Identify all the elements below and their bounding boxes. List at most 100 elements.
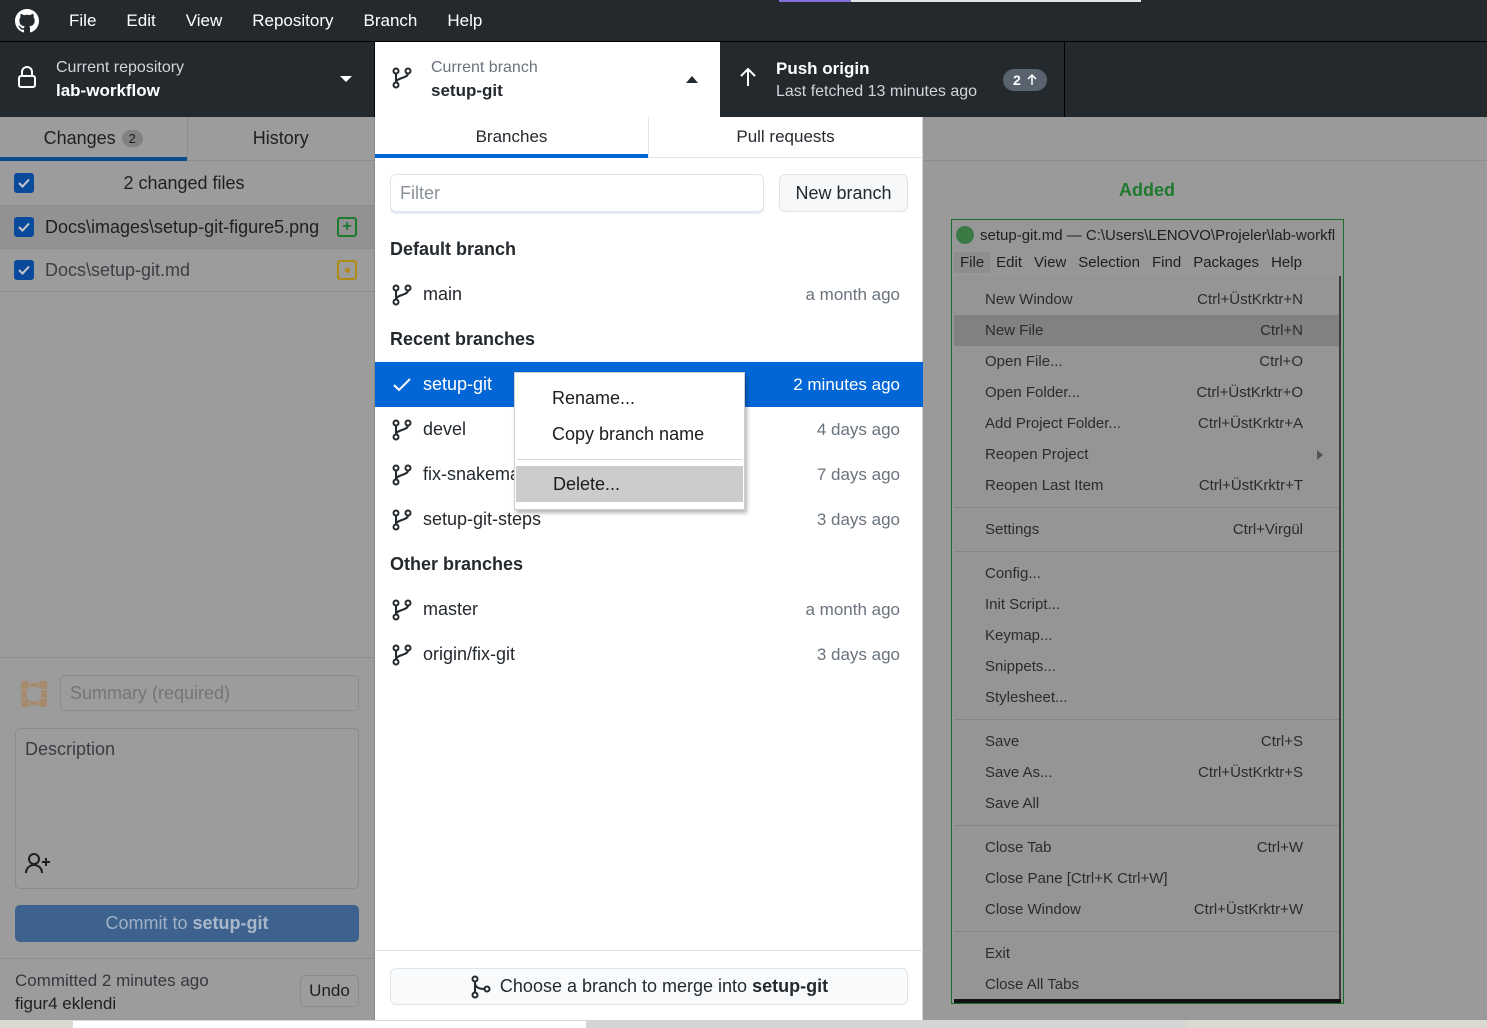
diff-viewer: Added setup-git.md — C:\Users\LENOVO\Pro… (923, 117, 1487, 1020)
menu-view[interactable]: View (171, 0, 238, 41)
image-menu-entry-label: New File (985, 322, 1044, 339)
merge-prefix: Choose a branch to merge into (499, 976, 748, 996)
context-copy-branch-name[interactable]: Copy branch name (515, 416, 744, 452)
merge-into-branch-button[interactable]: Choose a branch to merge into setup-git (390, 968, 908, 1005)
branch-name: setup-git (431, 81, 503, 100)
select-all-checkbox[interactable] (14, 173, 34, 193)
menu-edit[interactable]: Edit (111, 0, 170, 41)
file-row[interactable]: Docs\setup-git.md (0, 249, 374, 292)
branch-item-time: a month ago (805, 284, 900, 304)
repository-name: lab-workflow (56, 80, 160, 100)
add-coauthor-icon[interactable] (24, 851, 52, 880)
image-menu-entry: New File Ctrl+N (954, 315, 1339, 346)
branch-item[interactable]: main a month ago (375, 272, 923, 317)
merge-branch: setup-git (752, 976, 829, 996)
undo-button[interactable]: Undo (300, 975, 359, 1007)
current-repository-button[interactable]: Current repository lab-workflow (0, 42, 375, 117)
merge-footer: Choose a branch to merge into setup-git (375, 950, 923, 1020)
git-branch-icon (392, 509, 412, 530)
image-menu-entry-shortcut: Ctrl+ÜstKrktr+O (1196, 384, 1303, 401)
branch-item-name: origin/fix-git (423, 644, 516, 664)
image-menu-entry-label: Settings (985, 521, 1040, 538)
changed-files-count: 2 changed files (123, 172, 245, 193)
branch-filter-input[interactable] (390, 174, 764, 212)
menu-branch[interactable]: Branch (349, 0, 433, 41)
tab-history[interactable]: History (186, 117, 375, 160)
file-checkbox[interactable] (14, 217, 34, 237)
branch-item-time: 2 minutes ago (793, 374, 900, 394)
summary-input[interactable] (60, 675, 359, 711)
current-branch-button[interactable]: Current branch setup-git (375, 42, 720, 118)
image-menu-entry-shortcut: Ctrl+ÜstKrktr+A (1197, 415, 1303, 432)
image-menu-entry: Reopen Project (954, 439, 1339, 470)
image-menubar: File Edit View Selection Find Packages Help (952, 250, 1343, 274)
branch-item-name: main (423, 284, 463, 304)
git-branch-icon (392, 599, 412, 620)
menu-file[interactable]: File (54, 0, 111, 41)
image-menu-entry-label: Open Folder... (985, 384, 1081, 401)
file-row[interactable]: Docs\images\setup-git-figure5.png + (0, 206, 374, 249)
image-menu-entry: Settings Ctrl+Virgül (954, 514, 1339, 545)
branch-context-menu: Rename... Copy branch name Delete... (514, 372, 745, 510)
image-menu-entry: Close All Tabs (954, 969, 1339, 1000)
image-menu-entry-label: Init Script... (985, 596, 1061, 613)
image-menu-entry: Init Script... (954, 589, 1339, 620)
image-menu-entry-label: Close All Tabs (985, 976, 1079, 993)
chevron-down-icon (340, 76, 352, 82)
context-delete[interactable]: Delete... (516, 466, 743, 502)
branch-item-time: 7 days ago (816, 464, 900, 484)
git-branch-icon (392, 464, 412, 485)
context-separator (517, 459, 742, 460)
app-menubar: File Edit View Repository Branch Help (0, 0, 1487, 41)
image-menu-entry: Close Tab Ctrl+W (954, 832, 1339, 863)
branch-item-time: 4 days ago (816, 419, 900, 439)
image-menu-entry-label: Save (985, 733, 1020, 750)
file-checkbox[interactable] (14, 260, 34, 280)
arrow-up-icon (738, 66, 758, 93)
image-menu-entry: Save As... Ctrl+ÜstKrktr+S (954, 757, 1339, 788)
commit-area: Description Commit tosetup-git Committed… (0, 657, 375, 1020)
toolbar: Current repository lab-workflow Current … (0, 41, 1487, 118)
image-menu-item: Selection (1078, 253, 1140, 271)
tab-branches[interactable]: Branches (375, 117, 648, 158)
image-menu-entry-label: Reopen Project (985, 446, 1089, 463)
image-menu-entry-shortcut: Ctrl+W (1256, 839, 1303, 856)
image-menu-entry-shortcut: Ctrl+ÜstKrktr+N (1197, 291, 1303, 308)
submenu-arrow-icon (1317, 449, 1323, 460)
image-menu-entry: Keymap... (954, 620, 1339, 651)
image-menu-item: View (1034, 253, 1067, 271)
image-menu-entry-shortcut: Ctrl+ÜstKrktr+W (1193, 901, 1303, 918)
git-branch-icon (392, 284, 412, 305)
commit-button[interactable]: Commit to setup-git (15, 905, 359, 942)
branch-group-header: Recent branches (390, 329, 536, 349)
branch-item-name: devel (423, 419, 467, 439)
taskbar-segment (586, 1020, 1186, 1028)
image-menu-entry: New Window Ctrl+ÜstKrktr+N (954, 284, 1339, 315)
image-menu-entry-label: Close Window (985, 901, 1081, 918)
tab-changes[interactable]: Changes 2 (0, 117, 187, 161)
new-branch-button[interactable]: New branch (779, 174, 908, 212)
branch-item[interactable]: origin/fix-git 3 days ago (375, 632, 923, 677)
git-branch-icon (391, 66, 413, 95)
check-icon (393, 377, 411, 391)
image-bottom-bar (954, 999, 1341, 1003)
menu-repository[interactable]: Repository (237, 0, 348, 41)
menu-help[interactable]: Help (432, 0, 497, 41)
tab-history-label: History (252, 128, 309, 148)
image-menu-entry: Exit (954, 938, 1339, 969)
image-menu-entry-label: Close Pane [Ctrl+K Ctrl+W] (985, 870, 1168, 887)
image-menu-entry-shortcut: Ctrl+Virgül (1232, 521, 1303, 538)
image-menu-entry-label: Close Tab (985, 839, 1052, 856)
branch-item[interactable]: master a month ago (375, 587, 923, 632)
tab-pull-requests[interactable]: Pull requests (648, 117, 922, 157)
git-branch-icon (392, 644, 412, 665)
image-menu-entry: Open Folder... Ctrl+ÜstKrktr+O (954, 377, 1339, 408)
image-menu-entry: Reopen Last Item Ctrl+ÜstKrktr+T (954, 470, 1339, 501)
image-menu-entry: Close Window Ctrl+ÜstKrktr+W (954, 894, 1339, 925)
context-rename[interactable]: Rename... (515, 380, 744, 416)
taskbar-segment (73, 1021, 586, 1028)
push-origin-button[interactable]: Push origin Last fetched 13 minutes ago … (720, 42, 1065, 117)
image-menu-entry-label: Stylesheet... (985, 689, 1068, 706)
image-menu-entry-shortcut: Ctrl+ÜstKrktr+S (1197, 764, 1303, 781)
description-textarea[interactable]: Description (15, 728, 359, 889)
